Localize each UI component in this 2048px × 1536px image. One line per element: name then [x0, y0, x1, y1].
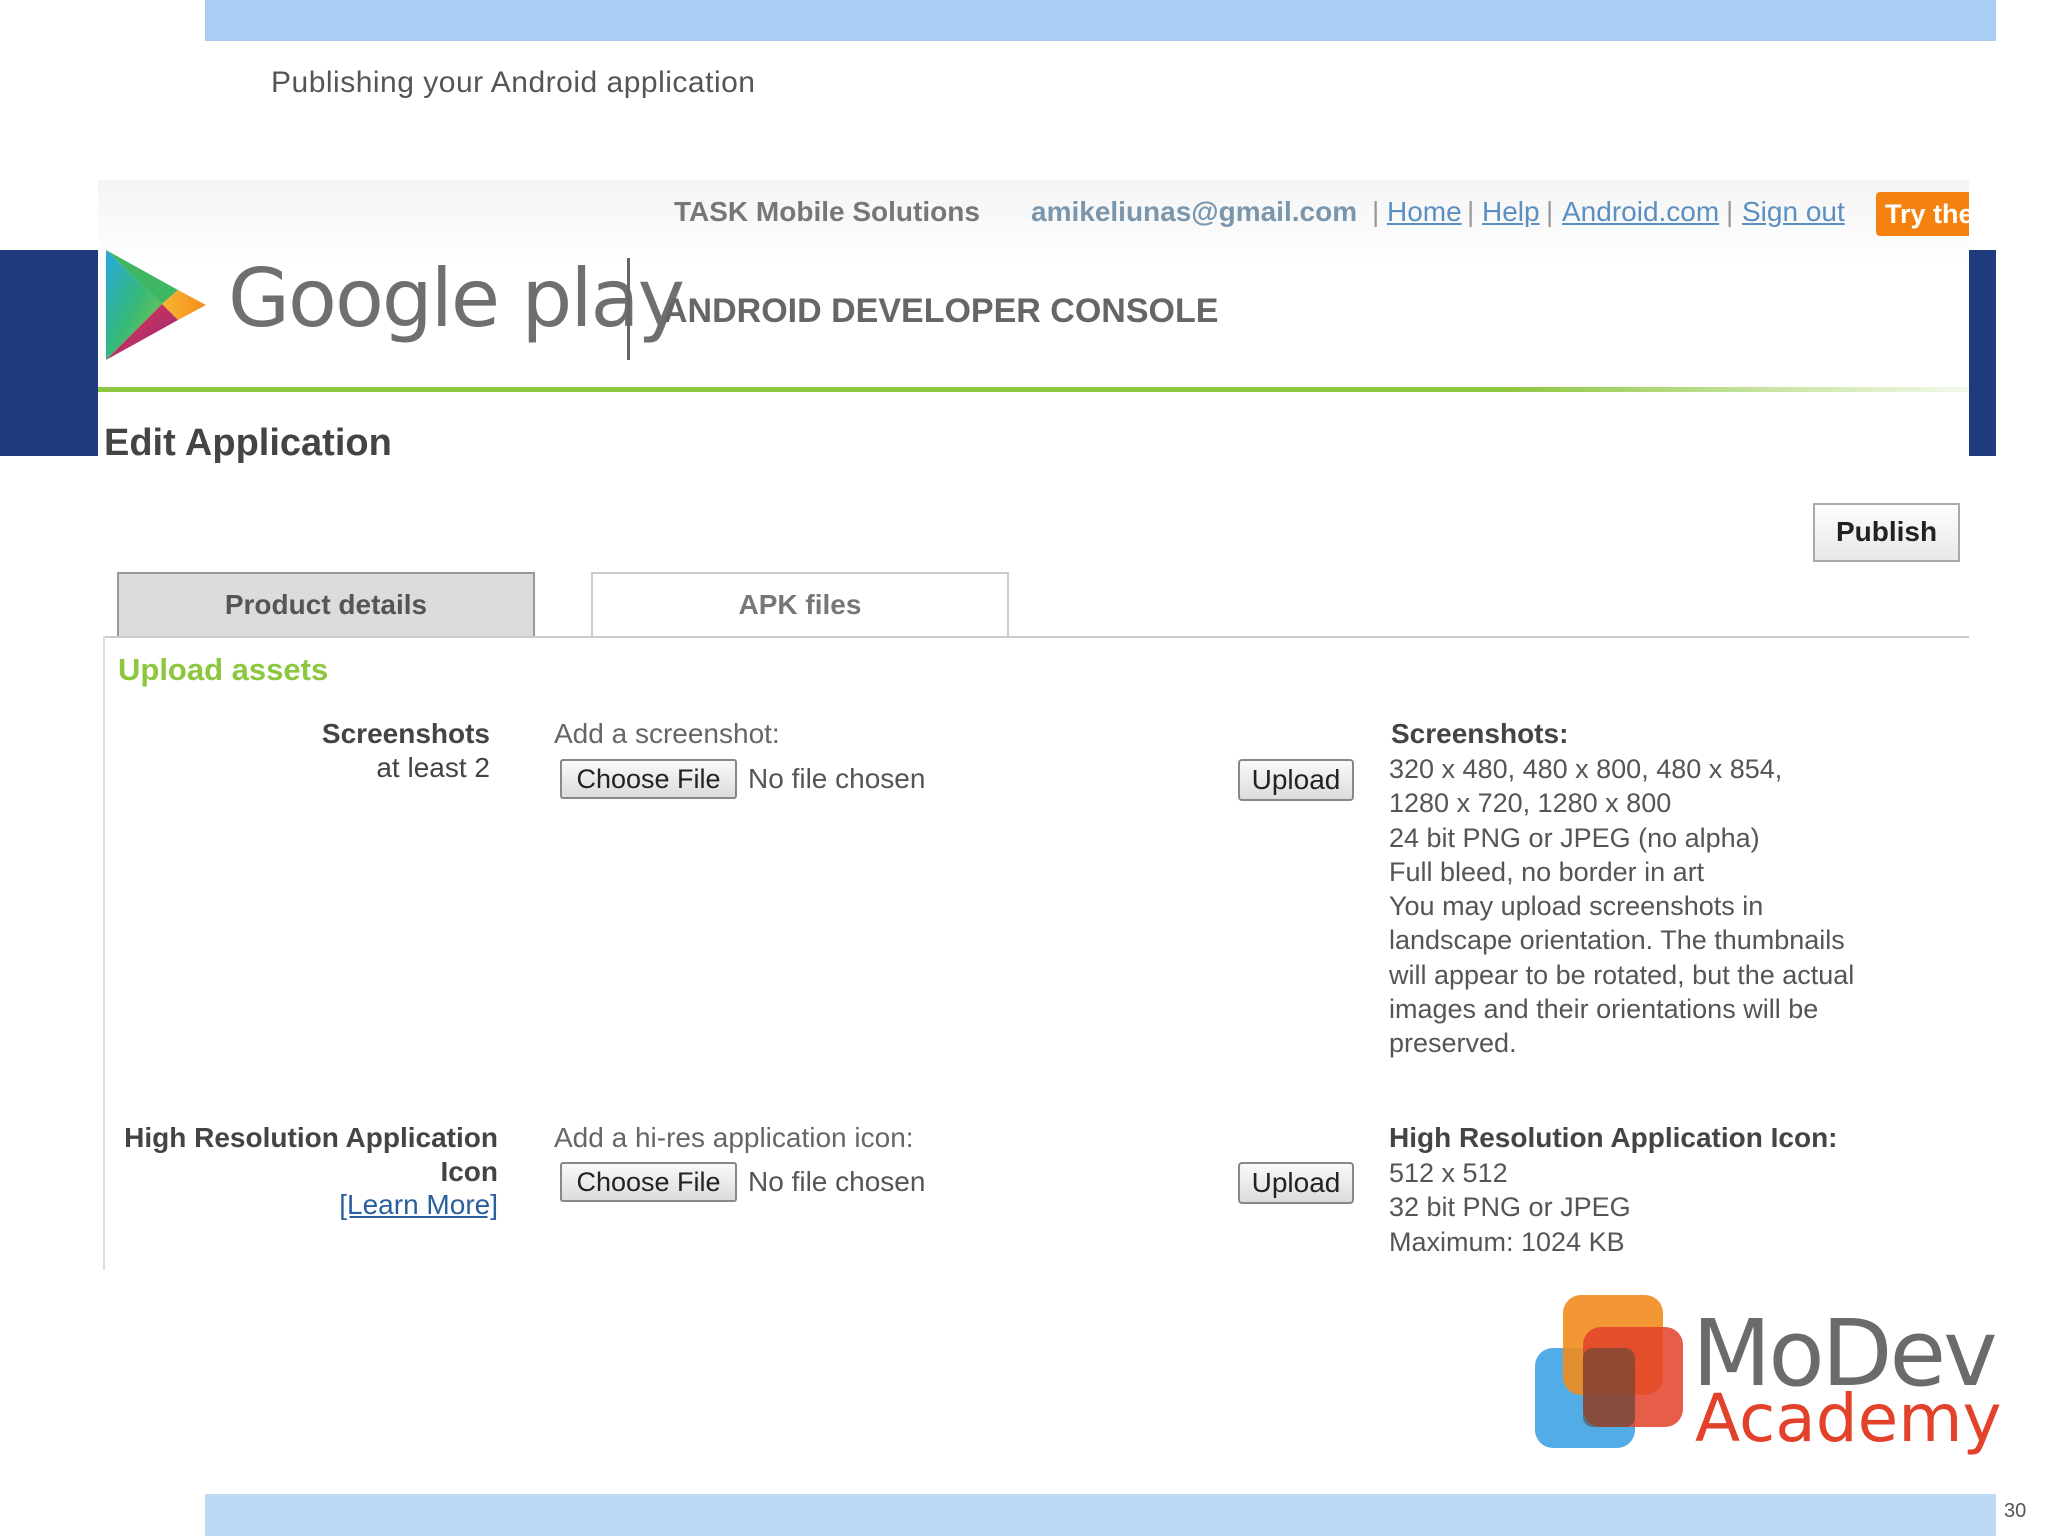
requirement-line: You may upload screenshots in — [1389, 891, 1764, 922]
learn-more-wrapper: [Learn More] — [110, 1189, 498, 1221]
slide-title: Publishing your Android application — [271, 66, 756, 99]
requirement-line: 512 x 512 — [1389, 1158, 1508, 1188]
link-separator: | — [1546, 196, 1554, 227]
google-play-triangle-icon — [106, 250, 206, 360]
screenshots-sublabel: at least 2 — [376, 752, 490, 783]
sign-out-link[interactable]: Sign out — [1742, 196, 1845, 228]
requirement-line: images and their orientations will be — [1389, 994, 1819, 1025]
slide-accent-right — [1969, 250, 1996, 456]
hires-icon-field-caption: Add a hi-res application icon: — [554, 1122, 914, 1153]
link-separator: | — [1726, 196, 1734, 227]
slide-top-band — [205, 0, 1996, 41]
link-separator: | — [1372, 196, 1380, 227]
logo-divider — [627, 258, 630, 360]
requirement-line: preserved. — [1389, 1028, 1517, 1059]
hires-icon-label: High Resolution Application — [124, 1122, 498, 1153]
academy-wordmark: Academy — [1695, 1380, 2002, 1457]
choose-icon-file-button[interactable]: Choose File — [560, 1162, 737, 1202]
tab-product-details[interactable]: Product details — [117, 572, 535, 636]
screenshots-label: Screenshots — [321, 718, 490, 749]
page-title: Edit Application — [104, 422, 392, 464]
account-email: amikeliunas@gmail.com — [1031, 196, 1358, 227]
tab-apk-files[interactable]: APK files — [591, 572, 1009, 636]
help-link[interactable]: Help — [1482, 196, 1540, 228]
console-title: ANDROID DEVELOPER CONSOLE — [663, 292, 1219, 330]
requirement-line: 1280 x 720, 1280 x 800 — [1389, 788, 1672, 819]
hires-icon-label-cont: Icon — [440, 1156, 498, 1187]
screenshot-field-caption: Add a screenshot: — [554, 718, 780, 749]
page-number: 30 — [2004, 1500, 2027, 1522]
header-green-rule — [98, 387, 1969, 392]
screenshot-file-status: No file chosen — [748, 763, 926, 794]
android-com-link[interactable]: Android.com — [1562, 196, 1719, 228]
publish-button[interactable]: Publish — [1813, 503, 1960, 562]
tab-content-border — [104, 636, 1969, 638]
modev-logo-icon — [1535, 1295, 1683, 1448]
screenshots-requirements-title: Screenshots: — [1391, 718, 1569, 749]
icon-requirements: 512 x 512 32 bit PNG or JPEG Maximum: 10… — [1389, 1156, 1909, 1259]
slide-bottom-band — [205, 1494, 1996, 1536]
requirement-line: Full bleed, no border in art — [1389, 856, 1705, 887]
screenshots-requirements: 320 x 480, 480 x 800, 480 x 854, 1280 x … — [1389, 752, 1909, 1061]
icon-requirements-title: High Resolution Application Icon: — [1389, 1122, 1838, 1153]
learn-more-link[interactable]: [Learn More] — [339, 1189, 498, 1220]
requirement-line: 320 x 480, 480 x 800, 480 x 854, — [1389, 754, 1783, 784]
section-title: Upload assets — [118, 652, 329, 687]
upload-screenshot-button[interactable]: Upload — [1238, 759, 1354, 801]
content-left-border — [103, 636, 105, 1270]
try-new-console-button[interactable]: Try the — [1876, 192, 1969, 236]
requirement-line: Maximum: 1024 KB — [1389, 1226, 1625, 1257]
home-link[interactable]: Home — [1387, 196, 1462, 228]
google-play-wordmark: Google play — [228, 252, 685, 345]
requirement-line: landscape orientation. The thumbnails — [1389, 925, 1845, 956]
link-separator: | — [1467, 196, 1475, 227]
requirement-line: will appear to be rotated, but the actua… — [1389, 959, 1855, 990]
requirement-line: 24 bit PNG or JPEG (no alpha) — [1389, 822, 1760, 853]
choose-screenshot-file-button[interactable]: Choose File — [560, 759, 737, 799]
upload-icon-button[interactable]: Upload — [1238, 1162, 1354, 1204]
icon-file-status: No file chosen — [748, 1166, 926, 1197]
requirement-line: 32 bit PNG or JPEG — [1389, 1192, 1631, 1223]
slide-accent-left — [0, 250, 98, 456]
company-name: TASK Mobile Solutions — [674, 196, 980, 227]
